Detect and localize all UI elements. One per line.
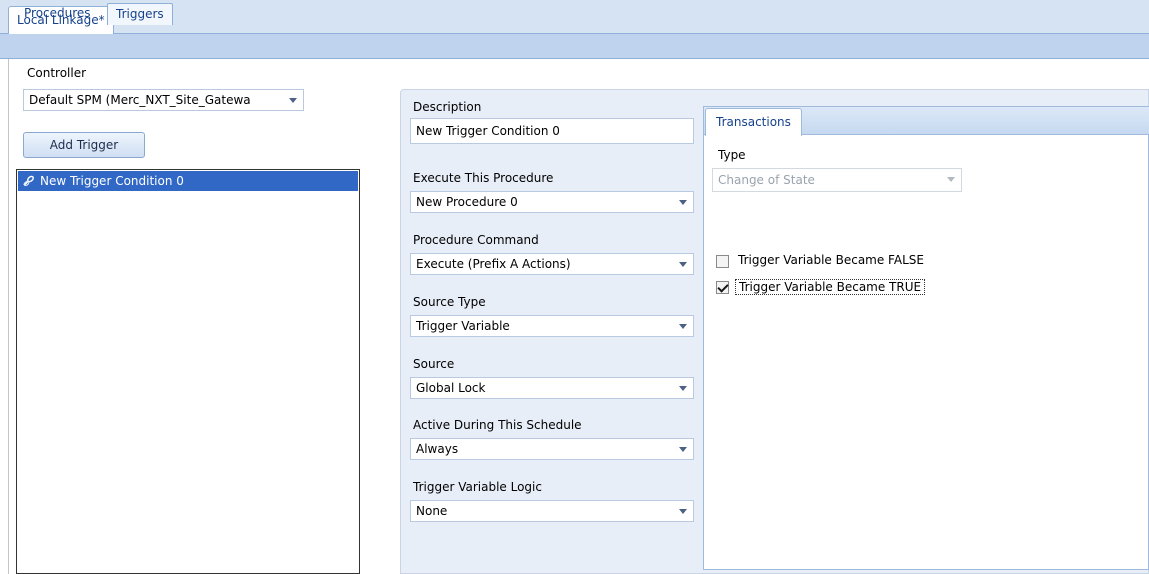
procedure-command-select[interactable]: Execute (Prefix A Actions) xyxy=(410,253,694,275)
chevron-down-icon[interactable] xyxy=(679,200,687,205)
description-label: Description xyxy=(413,100,482,114)
trigger-list[interactable]: New Trigger Condition 0 xyxy=(16,169,360,574)
left-border-line xyxy=(8,59,9,574)
controller-label: Controller xyxy=(27,66,87,80)
chevron-down-icon[interactable] xyxy=(289,98,297,103)
source-type-select[interactable]: Trigger Variable xyxy=(410,315,694,337)
trigger-true-label: Trigger Variable Became TRUE xyxy=(735,279,926,295)
type-select[interactable]: Change of State xyxy=(712,168,962,192)
source-select[interactable]: Global Lock xyxy=(410,377,694,399)
controller-select-value: Default SPM (Merc_NXT_Site_Gatewa xyxy=(29,93,251,107)
source-type-label: Source Type xyxy=(413,295,486,309)
tab-triggers[interactable]: Triggers xyxy=(107,3,173,25)
trigger-false-label: Trigger Variable Became FALSE xyxy=(738,253,924,267)
trigger-true-checkbox[interactable] xyxy=(716,281,729,294)
schedule-select[interactable]: Always xyxy=(410,438,694,460)
source-type-value: Trigger Variable xyxy=(416,319,510,333)
page-tab-strip xyxy=(0,34,1149,59)
procedure-command-value: Execute (Prefix A Actions) xyxy=(416,257,571,271)
source-label: Source xyxy=(413,357,455,371)
chevron-down-icon[interactable] xyxy=(947,177,955,182)
trigger-variable-logic-value: None xyxy=(416,504,448,518)
schedule-value: Always xyxy=(416,442,459,456)
schedule-label: Active During This Schedule xyxy=(413,418,582,432)
controller-select[interactable]: Default SPM (Merc_NXT_Site_Gatewa xyxy=(23,89,304,111)
execute-procedure-value: New Procedure 0 xyxy=(416,195,518,209)
description-input-value: New Trigger Condition 0 xyxy=(416,124,560,138)
trigger-false-checkbox[interactable] xyxy=(716,255,729,268)
type-value: Change of State xyxy=(718,173,815,187)
execute-procedure-label: Execute This Procedure xyxy=(413,171,554,185)
chevron-down-icon[interactable] xyxy=(679,324,687,329)
chevron-down-icon[interactable] xyxy=(679,509,687,514)
list-item-label: New Trigger Condition 0 xyxy=(40,174,184,188)
execute-procedure-select[interactable]: New Procedure 0 xyxy=(410,191,694,213)
trigger-variable-logic-label: Trigger Variable Logic xyxy=(413,480,542,494)
chevron-down-icon[interactable] xyxy=(679,386,687,391)
list-item-trigger[interactable]: New Trigger Condition 0 xyxy=(18,171,358,191)
source-value: Global Lock xyxy=(416,381,486,395)
chevron-down-icon[interactable] xyxy=(679,262,687,267)
trigger-variable-logic-select[interactable]: None xyxy=(410,500,694,522)
procedure-command-label: Procedure Command xyxy=(413,233,539,247)
trigger-link-icon xyxy=(23,175,34,187)
add-trigger-button[interactable]: Add Trigger xyxy=(23,132,145,158)
description-input[interactable]: New Trigger Condition 0 xyxy=(410,118,694,144)
tab-procedures[interactable]: Procedures xyxy=(16,3,99,25)
tab-transactions[interactable]: Transactions xyxy=(705,108,802,136)
chevron-down-icon[interactable] xyxy=(679,447,687,452)
type-label: Type xyxy=(718,148,746,162)
